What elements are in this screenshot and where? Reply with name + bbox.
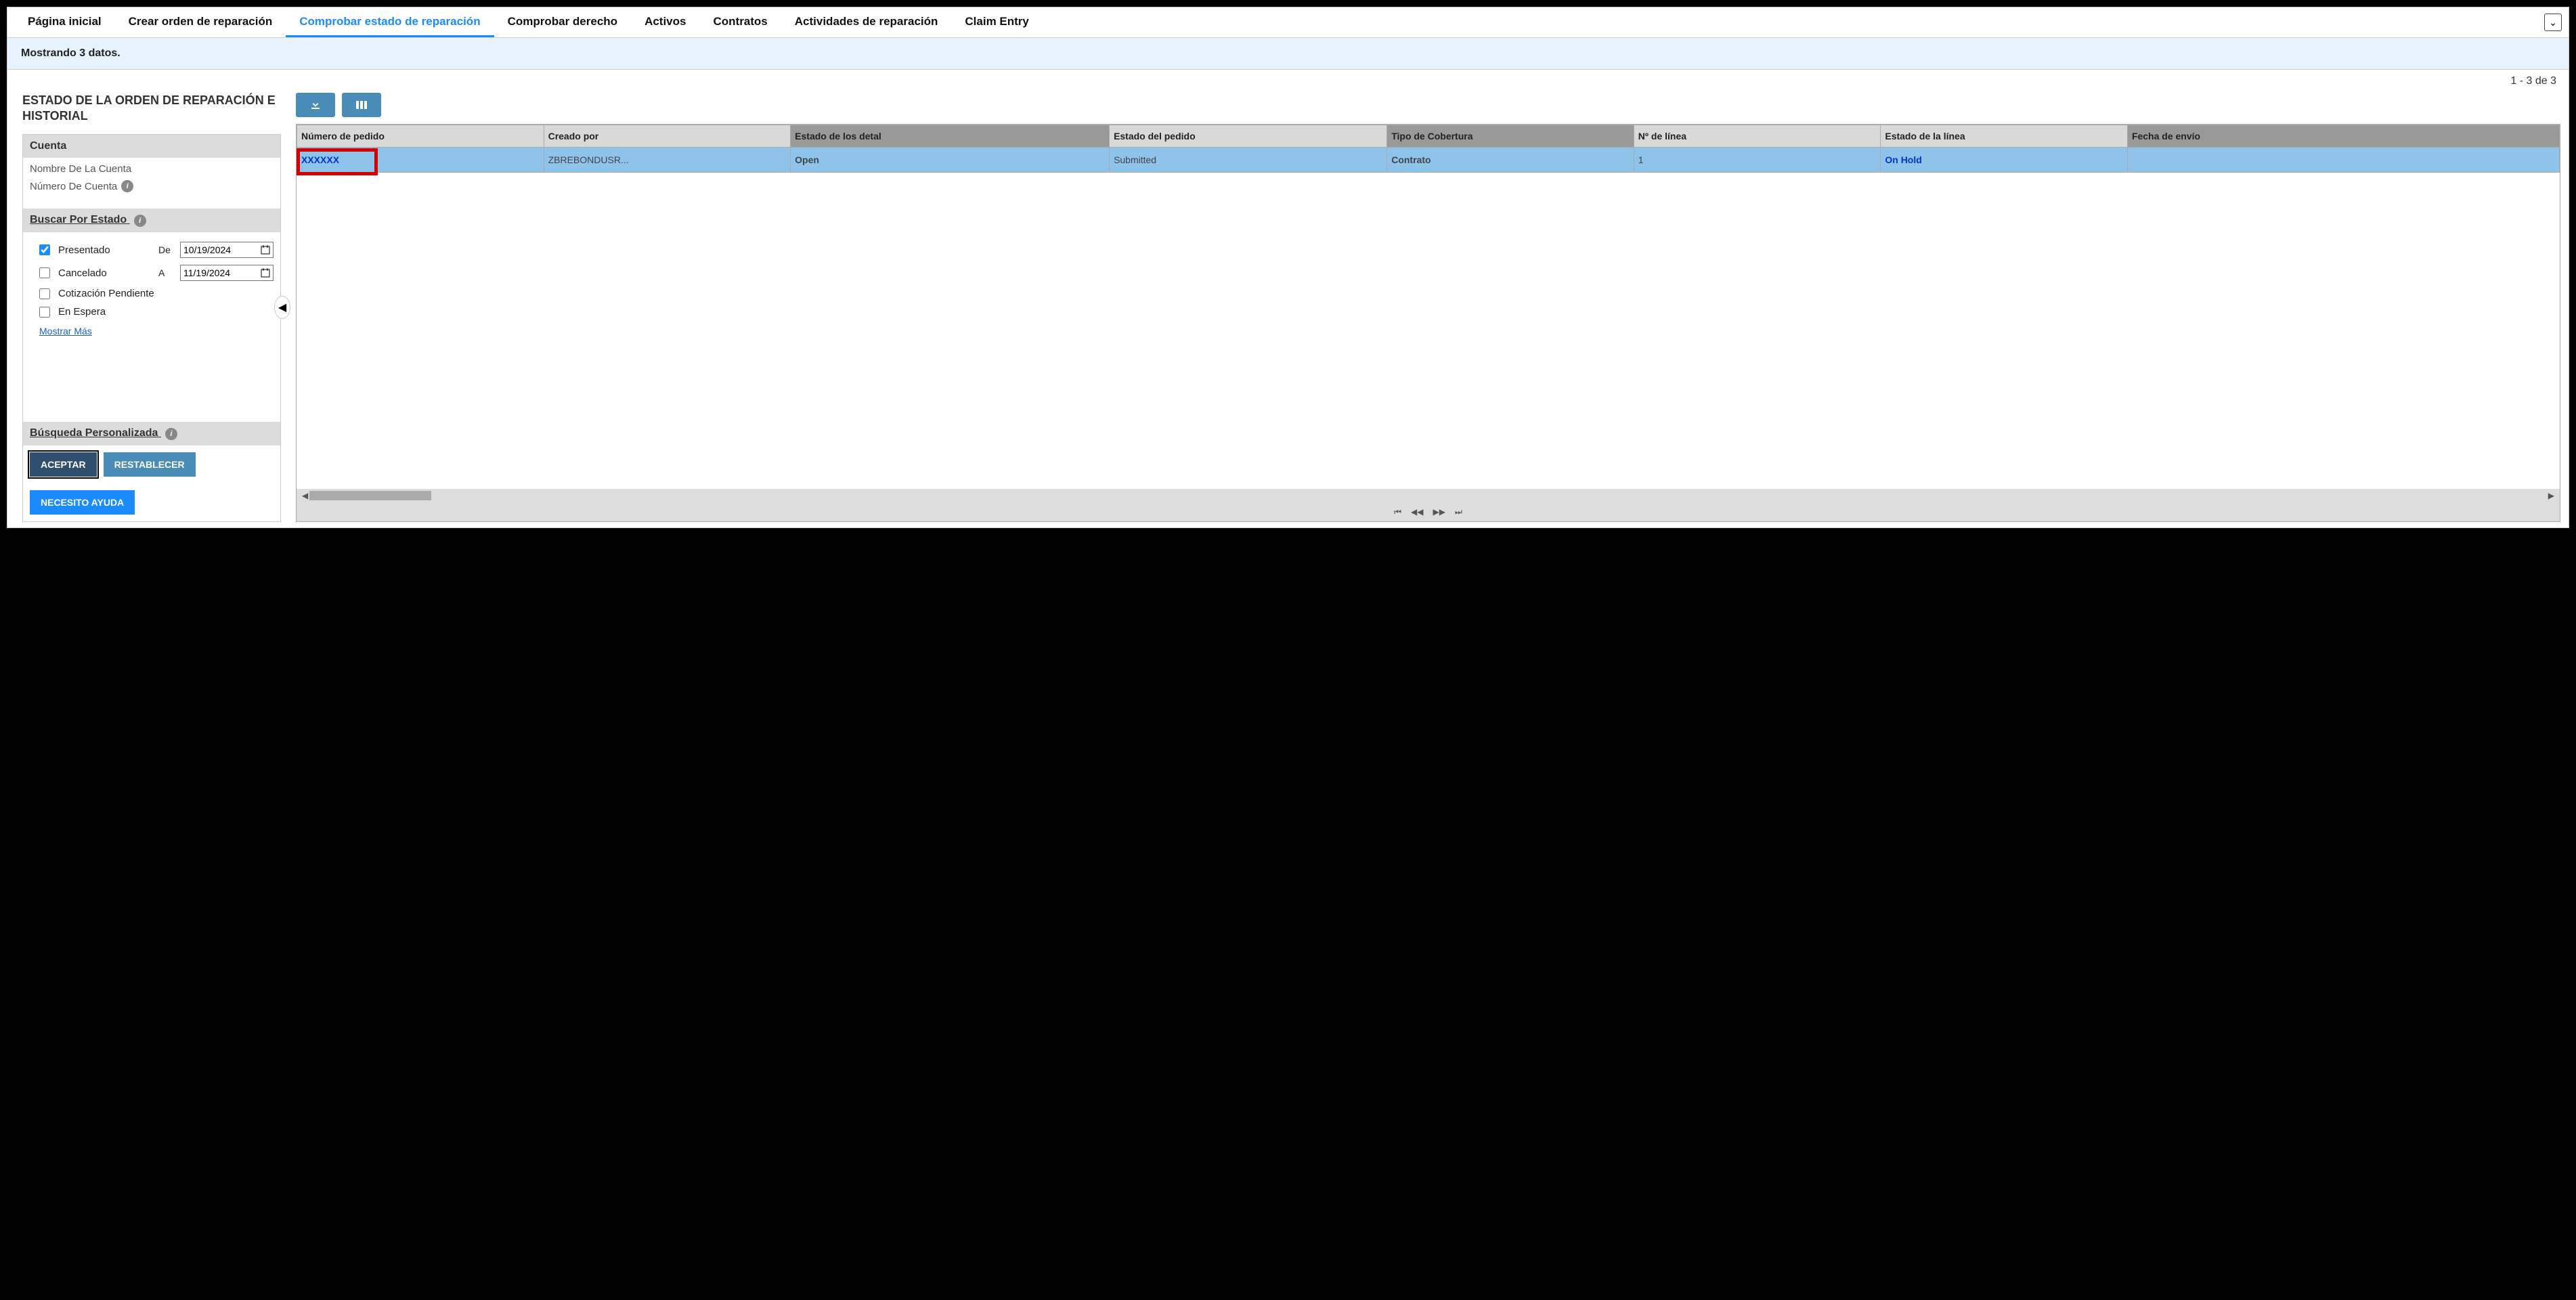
tab-check-repair-status[interactable]: Comprobar estado de reparación	[286, 8, 494, 37]
accept-button[interactable]: ACEPTAR	[30, 452, 97, 477]
table-row[interactable]: XXXXXX ZBREBONDUSR... Open Submitted Con…	[297, 148, 2560, 173]
info-icon[interactable]: i	[121, 180, 133, 192]
pagination-summary: 1 - 3 de 3	[7, 70, 2569, 87]
col-order-status[interactable]: Estado del pedido	[1110, 125, 1387, 148]
account-name-label: Nombre De La Cuenta	[30, 163, 274, 175]
account-number-label: Número De Cuenta i	[30, 180, 274, 192]
reset-button[interactable]: RESTABLECER	[104, 452, 196, 477]
cell-line-no: 1	[1634, 148, 1881, 173]
scroll-thumb[interactable]	[309, 491, 431, 500]
sidebar: ESTADO DE LA ORDEN DE REPARACIÓN E HISTO…	[22, 93, 281, 522]
data-grid: Número de pedido Creado por Estado de lo…	[296, 124, 2560, 522]
tab-overflow-dropdown[interactable]: ⌄	[2544, 14, 2562, 31]
pager-first-icon[interactable]: ⏮	[1394, 507, 1401, 517]
main-content: Número de pedido Creado por Estado de lo…	[296, 93, 2560, 522]
checkbox-on-hold[interactable]	[39, 307, 50, 318]
cell-order-number-link[interactable]: XXXXXX	[301, 154, 339, 165]
cell-detail-status: Open	[791, 148, 1110, 173]
checkbox-cancelled-label: Cancelado	[58, 267, 107, 279]
col-line-number[interactable]: Nº de línea	[1634, 125, 1881, 148]
cell-created-by: ZBREBONDUSR...	[544, 148, 791, 173]
cell-line-status-link[interactable]: On Hold	[1885, 154, 1921, 165]
download-button[interactable]	[296, 93, 335, 117]
date-from-input[interactable]	[180, 242, 274, 258]
status-message: Mostrando 3 datos.	[7, 38, 2569, 70]
pager-next-icon[interactable]: ▶▶	[1433, 507, 1445, 517]
col-detail-status[interactable]: Estado de los detal	[791, 125, 1110, 148]
tab-home[interactable]: Página inicial	[14, 8, 115, 37]
checkbox-quote-pending-label: Cotización Pendiente	[58, 288, 154, 299]
tab-check-entitlement[interactable]: Comprobar derecho	[494, 8, 631, 37]
tab-assets[interactable]: Activos	[631, 8, 699, 37]
checkbox-submitted[interactable]	[39, 244, 50, 255]
col-order-number[interactable]: Número de pedido	[297, 125, 544, 148]
custom-search-head[interactable]: Búsqueda Personalizada i	[23, 422, 280, 446]
cell-ship-date	[2127, 148, 2559, 173]
columns-icon	[355, 100, 368, 110]
col-coverage-type[interactable]: Tipo de Cobertura	[1387, 125, 1634, 148]
columns-button[interactable]	[342, 93, 381, 117]
date-from-label: De	[158, 244, 175, 255]
cell-coverage: Contrato	[1387, 148, 1634, 173]
chevron-left-icon: ◀	[278, 301, 286, 314]
horizontal-scrollbar[interactable]: ◀ ▶	[297, 489, 2560, 502]
show-more-link[interactable]: Mostrar Más	[39, 326, 92, 337]
info-icon[interactable]: i	[134, 215, 146, 227]
pager: ⏮ ◀◀ ▶▶ ⏭	[297, 502, 2560, 521]
sidebar-collapse-handle[interactable]: ◀	[274, 296, 290, 319]
pager-prev-icon[interactable]: ◀◀	[1411, 507, 1423, 517]
tab-repair-activities[interactable]: Actividades de reparación	[781, 8, 952, 37]
search-by-state-head[interactable]: Buscar Por Estado i	[23, 209, 280, 232]
cell-order-status: Submitted	[1110, 148, 1387, 173]
checkbox-quote-pending[interactable]	[39, 288, 50, 299]
scroll-track[interactable]	[309, 491, 2547, 500]
col-line-status[interactable]: Estado de la línea	[1881, 125, 2128, 148]
date-to-label: A	[158, 267, 175, 278]
col-created-by[interactable]: Creado por	[544, 125, 791, 148]
date-to-input[interactable]	[180, 265, 274, 281]
chevron-down-icon: ⌄	[2549, 17, 2557, 28]
account-section-head: Cuenta	[23, 135, 280, 158]
scroll-left-icon[interactable]: ◀	[301, 491, 309, 500]
scroll-right-icon[interactable]: ▶	[2547, 491, 2556, 500]
tab-contracts[interactable]: Contratos	[699, 8, 781, 37]
need-help-button[interactable]: NECESITO AYUDA	[30, 490, 135, 515]
checkbox-on-hold-label: En Espera	[58, 306, 106, 318]
tab-create-order[interactable]: Crear orden de reparación	[115, 8, 286, 37]
checkbox-submitted-label: Presentado	[58, 244, 110, 256]
col-ship-date[interactable]: Fecha de envío	[2127, 125, 2559, 148]
info-icon[interactable]: i	[165, 428, 177, 440]
pager-last-icon[interactable]: ⏭	[1455, 507, 1462, 517]
download-icon	[309, 98, 322, 112]
tab-bar: Página inicial Crear orden de reparación…	[7, 7, 2569, 38]
tab-claim-entry[interactable]: Claim Entry	[951, 8, 1042, 37]
checkbox-cancelled[interactable]	[39, 267, 50, 278]
sidebar-title: ESTADO DE LA ORDEN DE REPARACIÓN E HISTO…	[22, 93, 281, 123]
